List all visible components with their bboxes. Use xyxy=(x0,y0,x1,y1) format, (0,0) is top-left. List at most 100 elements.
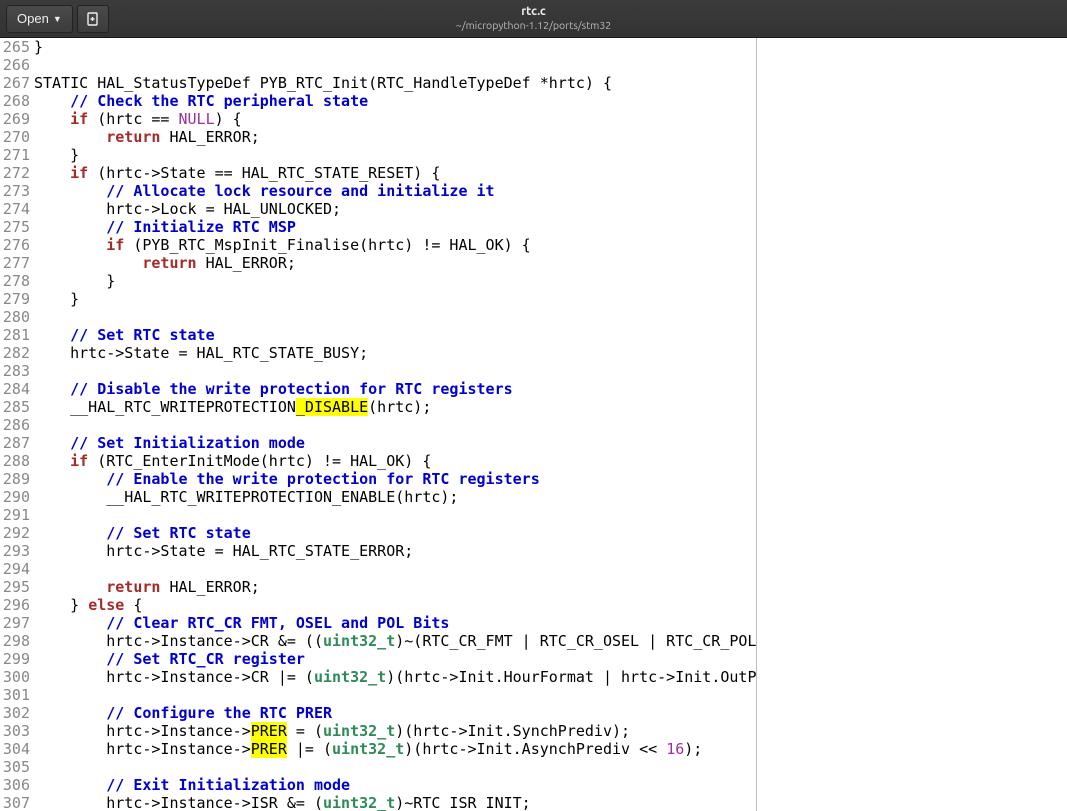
code-line[interactable]: 295 return HAL_ERROR; xyxy=(0,578,756,596)
code-line[interactable]: 265} xyxy=(0,38,756,56)
title-center: rtc.c ~/micropython-1.12/ports/stm32 xyxy=(456,5,611,32)
line-number: 282 xyxy=(0,344,30,362)
code-pane[interactable]: 265}266267STATIC HAL_StatusTypeDef PYB_R… xyxy=(0,38,756,811)
code-text: // Set RTC_CR register xyxy=(30,650,305,668)
line-number: 267 xyxy=(0,74,30,92)
code-line[interactable]: 305 xyxy=(0,758,756,776)
line-number: 285 xyxy=(0,398,30,416)
code-text: // Exit Initialization mode xyxy=(30,776,350,794)
new-tab-button[interactable] xyxy=(77,5,109,33)
code-text: hrtc->State = HAL_RTC_STATE_BUSY; xyxy=(30,344,368,362)
code-line[interactable]: 271 } xyxy=(0,146,756,164)
code-line[interactable]: 293 hrtc->State = HAL_RTC_STATE_ERROR; xyxy=(0,542,756,560)
code-line[interactable]: 298 hrtc->Instance->CR &= ((uint32_t)~(R… xyxy=(0,632,756,650)
code-text: STATIC HAL_StatusTypeDef PYB_RTC_Init(RT… xyxy=(30,74,612,92)
line-number: 292 xyxy=(0,524,30,542)
code-line[interactable]: 303 hrtc->Instance->PRER = (uint32_t)(hr… xyxy=(0,722,756,740)
code-line[interactable]: 300 hrtc->Instance->CR |= (uint32_t)(hrt… xyxy=(0,668,756,686)
line-number: 307 xyxy=(0,794,30,811)
code-text: } else { xyxy=(30,596,142,614)
line-number: 304 xyxy=(0,740,30,758)
code-line[interactable]: 304 hrtc->Instance->PRER |= (uint32_t)(h… xyxy=(0,740,756,758)
code-line[interactable]: 302 // Configure the RTC PRER xyxy=(0,704,756,722)
code-line[interactable]: 286 xyxy=(0,416,756,434)
code-line[interactable]: 275 // Initialize RTC MSP xyxy=(0,218,756,236)
code-text: // Set Initialization mode xyxy=(30,434,305,452)
line-number: 294 xyxy=(0,560,30,578)
code-line[interactable]: 273 // Allocate lock resource and initia… xyxy=(0,182,756,200)
line-number: 302 xyxy=(0,704,30,722)
code-line[interactable]: 307 hrtc->Instance->ISR &= (uint32_t)~RT… xyxy=(0,794,756,811)
code-line[interactable]: 291 xyxy=(0,506,756,524)
code-text: return HAL_ERROR; xyxy=(30,254,296,272)
line-number: 265 xyxy=(0,38,30,56)
code-line[interactable]: 267STATIC HAL_StatusTypeDef PYB_RTC_Init… xyxy=(0,74,756,92)
line-number: 287 xyxy=(0,434,30,452)
code-line[interactable]: 301 xyxy=(0,686,756,704)
line-number: 269 xyxy=(0,110,30,128)
code-line[interactable]: 281 // Set RTC state xyxy=(0,326,756,344)
code-text: hrtc->Instance->PRER |= (uint32_t)(hrtc-… xyxy=(30,740,702,758)
code-line[interactable]: 276 if (PYB_RTC_MspInit_Finalise(hrtc) !… xyxy=(0,236,756,254)
code-line[interactable]: 289 // Enable the write protection for R… xyxy=(0,470,756,488)
code-text xyxy=(30,560,34,578)
code-text: // Check the RTC peripheral state xyxy=(30,92,368,110)
code-text: } xyxy=(30,38,43,56)
secondary-pane xyxy=(757,38,1067,811)
code-line[interactable]: 290 __HAL_RTC_WRITEPROTECTION_ENABLE(hrt… xyxy=(0,488,756,506)
code-line[interactable]: 279 } xyxy=(0,290,756,308)
code-line[interactable]: 285 __HAL_RTC_WRITEPROTECTION_DISABLE(hr… xyxy=(0,398,756,416)
line-number: 270 xyxy=(0,128,30,146)
code-text: } xyxy=(30,290,79,308)
code-line[interactable]: 292 // Set RTC state xyxy=(0,524,756,542)
line-number: 277 xyxy=(0,254,30,272)
code-text: if (PYB_RTC_MspInit_Finalise(hrtc) != HA… xyxy=(30,236,531,254)
code-line[interactable]: 272 if (hrtc->State == HAL_RTC_STATE_RES… xyxy=(0,164,756,182)
code-line[interactable]: 287 // Set Initialization mode xyxy=(0,434,756,452)
code-line[interactable]: 294 xyxy=(0,560,756,578)
line-number: 272 xyxy=(0,164,30,182)
line-number: 288 xyxy=(0,452,30,470)
code-text xyxy=(30,362,34,380)
code-text: // Set RTC state xyxy=(30,524,251,542)
line-number: 305 xyxy=(0,758,30,776)
code-text: return HAL_ERROR; xyxy=(30,578,260,596)
line-number: 273 xyxy=(0,182,30,200)
code-line[interactable]: 288 if (RTC_EnterInitMode(hrtc) != HAL_O… xyxy=(0,452,756,470)
code-line[interactable]: 297 // Clear RTC_CR FMT, OSEL and POL Bi… xyxy=(0,614,756,632)
code-line[interactable]: 274 hrtc->Lock = HAL_UNLOCKED; xyxy=(0,200,756,218)
code-text: return HAL_ERROR; xyxy=(30,128,260,146)
code-line[interactable]: 299 // Set RTC_CR register xyxy=(0,650,756,668)
code-text: __HAL_RTC_WRITEPROTECTION_ENABLE(hrtc); xyxy=(30,488,458,506)
code-line[interactable]: 269 if (hrtc == NULL) { xyxy=(0,110,756,128)
code-line[interactable]: 268 // Check the RTC peripheral state xyxy=(0,92,756,110)
code-text: if (hrtc == NULL) { xyxy=(30,110,242,128)
code-line[interactable]: 277 return HAL_ERROR; xyxy=(0,254,756,272)
code-text: // Set RTC state xyxy=(30,326,215,344)
code-text xyxy=(30,506,34,524)
code-line[interactable]: 296 } else { xyxy=(0,596,756,614)
line-number: 290 xyxy=(0,488,30,506)
open-button[interactable]: Open ▼ xyxy=(6,5,73,33)
line-number: 306 xyxy=(0,776,30,794)
file-path: ~/micropython-1.12/ports/stm32 xyxy=(456,19,611,32)
line-number: 281 xyxy=(0,326,30,344)
code-line[interactable]: 270 return HAL_ERROR; xyxy=(0,128,756,146)
code-text: } xyxy=(30,146,79,164)
code-text: // Initialize RTC MSP xyxy=(30,218,296,236)
code-line[interactable]: 282 hrtc->State = HAL_RTC_STATE_BUSY; xyxy=(0,344,756,362)
code-text xyxy=(30,56,34,74)
code-line[interactable]: 306 // Exit Initialization mode xyxy=(0,776,756,794)
chevron-down-icon: ▼ xyxy=(53,14,62,24)
code-line[interactable]: 278 } xyxy=(0,272,756,290)
line-number: 301 xyxy=(0,686,30,704)
code-text: // Clear RTC_CR FMT, OSEL and POL Bits xyxy=(30,614,449,632)
line-number: 286 xyxy=(0,416,30,434)
line-number: 279 xyxy=(0,290,30,308)
code-line[interactable]: 266 xyxy=(0,56,756,74)
code-text: // Allocate lock resource and initialize… xyxy=(30,182,495,200)
code-line[interactable]: 284 // Disable the write protection for … xyxy=(0,380,756,398)
code-line[interactable]: 283 xyxy=(0,362,756,380)
code-line[interactable]: 280 xyxy=(0,308,756,326)
line-number: 293 xyxy=(0,542,30,560)
